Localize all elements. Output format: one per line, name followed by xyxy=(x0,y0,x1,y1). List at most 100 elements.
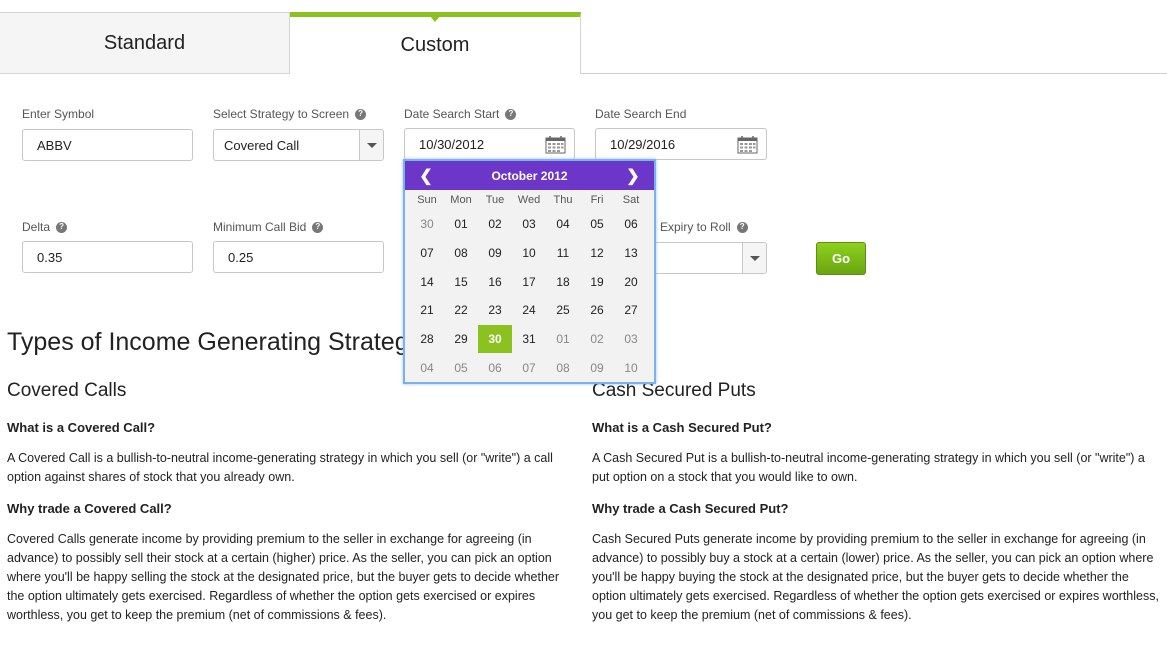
tab-custom[interactable]: Custom xyxy=(290,12,581,74)
calendar-day[interactable]: 19 xyxy=(580,267,614,296)
date-start-label-text: Date Search Start xyxy=(404,107,500,121)
calendar-day[interactable]: 23 xyxy=(478,296,512,325)
calendar-day[interactable]: 02 xyxy=(478,210,512,239)
tab-custom-label: Custom xyxy=(400,34,470,56)
strategy-select-value: Covered Call xyxy=(224,137,300,153)
chevron-left-icon[interactable]: ❮ xyxy=(417,166,435,186)
answer-text: Cash Secured Puts generate income by pro… xyxy=(592,532,1159,622)
strategy-label-text: Select Strategy to Screen xyxy=(213,107,350,121)
calendar-day[interactable]: 25 xyxy=(546,296,580,325)
calendar-day[interactable]: 28 xyxy=(410,325,444,354)
go-button[interactable]: Go xyxy=(816,242,866,275)
calendar-day[interactable]: 01 xyxy=(546,325,580,354)
calendar-day[interactable]: 15 xyxy=(444,267,478,296)
selected-day[interactable]: 30 xyxy=(478,324,512,354)
calendar-day[interactable]: 03 xyxy=(512,210,546,239)
answer-text: A Covered Call is a bullish-to-neutral i… xyxy=(7,451,553,484)
weekday-label: Wed xyxy=(517,194,541,206)
question-heading: Why trade a Covered Call? xyxy=(7,501,172,516)
question-heading: Why trade a Cash Secured Put? xyxy=(592,501,789,516)
datepicker-days: 30 01 02 03 04 05 06 07 08 09 10 11 12 13 14 15 16 17 18 19… xyxy=(405,210,654,382)
calendar-day[interactable]: 07 xyxy=(410,239,444,268)
calendar-day[interactable]: 03 xyxy=(614,325,648,354)
cash-secured-puts-section: Cash Secured Puts What is a Cash Secured… xyxy=(592,380,1164,625)
chevron-right-icon[interactable]: ❯ xyxy=(624,166,642,186)
calendar-day[interactable]: 06 xyxy=(614,210,648,239)
calendar-day[interactable]: 10 xyxy=(512,239,546,268)
date-end-input[interactable]: 10/29/2016 xyxy=(595,128,767,160)
delta-input[interactable]: 0.35 xyxy=(22,241,193,273)
calendar-day[interactable]: 27 xyxy=(614,296,648,325)
question-heading: What is a Cash Secured Put? xyxy=(592,420,772,435)
symbol-input[interactable]: ABBV xyxy=(22,129,193,161)
weekday-label: Thu xyxy=(553,194,573,206)
weekday-label: Mon xyxy=(450,194,472,206)
min-call-bid-input[interactable]: 0.25 xyxy=(213,241,384,273)
calendar-day[interactable]: 18 xyxy=(546,267,580,296)
tab-baseline xyxy=(581,73,1167,74)
help-icon[interactable]: ? xyxy=(355,108,367,120)
expiry-roll-label-text: e Expiry to Roll xyxy=(650,220,731,234)
date-end-value: 10/29/2016 xyxy=(610,136,676,152)
min-call-bid-value: 0.25 xyxy=(228,249,254,265)
calendar-day[interactable]: 16 xyxy=(478,267,512,296)
calendar-day[interactable]: 01 xyxy=(444,210,478,239)
expiry-roll-label: e Expiry to Roll ? xyxy=(650,220,748,234)
calendar-day[interactable]: 22 xyxy=(444,296,478,325)
calendar-day[interactable]: 31 xyxy=(512,325,546,354)
min-call-bid-label-text: Minimum Call Bid xyxy=(213,220,307,234)
calendar-day[interactable]: 30 xyxy=(410,210,444,239)
datepicker-popup: ❮ October 2012 ❯ Sun Mon Tue Wed Thu Fri Sat 3… xyxy=(403,159,656,384)
calendar-day[interactable]: 12 xyxy=(580,239,614,268)
covered-calls-section: Covered Calls What is a Covered Call? A … xyxy=(7,380,579,625)
calendar-icon[interactable] xyxy=(545,135,566,154)
calendar-day[interactable]: 07 xyxy=(512,353,546,382)
page-heading: Types of Income Generating Strateg xyxy=(7,328,409,356)
calendar-icon[interactable] xyxy=(737,135,758,154)
calendar-day[interactable]: 06 xyxy=(478,353,512,382)
strategy-select[interactable]: Covered Call xyxy=(213,129,384,161)
chevron-down-icon[interactable] xyxy=(742,243,766,273)
calendar-day[interactable]: 02 xyxy=(580,325,614,354)
calendar-day[interactable]: 13 xyxy=(614,239,648,268)
delta-label-text: Delta xyxy=(22,220,51,234)
calendar-day[interactable]: 14 xyxy=(410,267,444,296)
calendar-day[interactable]: 17 xyxy=(512,267,546,296)
min-call-bid-label: Minimum Call Bid ? xyxy=(213,220,324,234)
delta-value: 0.35 xyxy=(37,249,63,265)
calendar-day[interactable]: 05 xyxy=(580,210,614,239)
calendar-day[interactable]: 08 xyxy=(444,239,478,268)
tab-standard-label: Standard xyxy=(103,31,186,54)
calendar-day[interactable]: 29 xyxy=(444,325,478,354)
calendar-day[interactable]: 21 xyxy=(410,296,444,325)
datepicker-weekdays: Sun Mon Tue Wed Thu Fri Sat xyxy=(405,190,654,210)
help-icon[interactable]: ? xyxy=(56,221,68,233)
help-icon[interactable]: ? xyxy=(736,221,748,233)
weekday-label: Sun xyxy=(417,194,437,206)
symbol-label: Enter Symbol xyxy=(22,107,94,121)
help-icon[interactable]: ? xyxy=(312,221,324,233)
calendar-day[interactable]: 26 xyxy=(580,296,614,325)
datepicker-month: October 2012 xyxy=(491,168,568,183)
answer-text: A Cash Secured Put is a bullish-to-neutr… xyxy=(592,451,1145,484)
calendar-day[interactable]: 08 xyxy=(546,353,580,382)
calendar-day[interactable]: 09 xyxy=(580,353,614,382)
calendar-day[interactable]: 05 xyxy=(444,353,478,382)
calendar-day[interactable]: 11 xyxy=(546,239,580,268)
calendar-day[interactable]: 04 xyxy=(410,353,444,382)
answer-text: Covered Calls generate income by providi… xyxy=(7,532,560,622)
tab-standard[interactable]: Standard xyxy=(0,12,290,74)
active-tab-notch xyxy=(430,16,440,22)
help-icon[interactable]: ? xyxy=(505,108,517,120)
calendar-day[interactable]: 20 xyxy=(614,267,648,296)
date-end-label-text: Date Search End xyxy=(595,107,687,121)
chevron-down-icon[interactable] xyxy=(359,130,383,160)
calendar-day[interactable]: 10 xyxy=(614,353,648,382)
symbol-label-text: Enter Symbol xyxy=(22,107,95,121)
calendar-day[interactable]: 04 xyxy=(546,210,580,239)
section-title: Cash Secured Puts xyxy=(592,380,756,401)
date-start-input[interactable]: 10/30/2012 xyxy=(404,128,575,160)
calendar-day[interactable]: 24 xyxy=(512,296,546,325)
calendar-day[interactable]: 09 xyxy=(478,239,512,268)
datepicker-header: ❮ October 2012 ❯ xyxy=(405,161,654,190)
